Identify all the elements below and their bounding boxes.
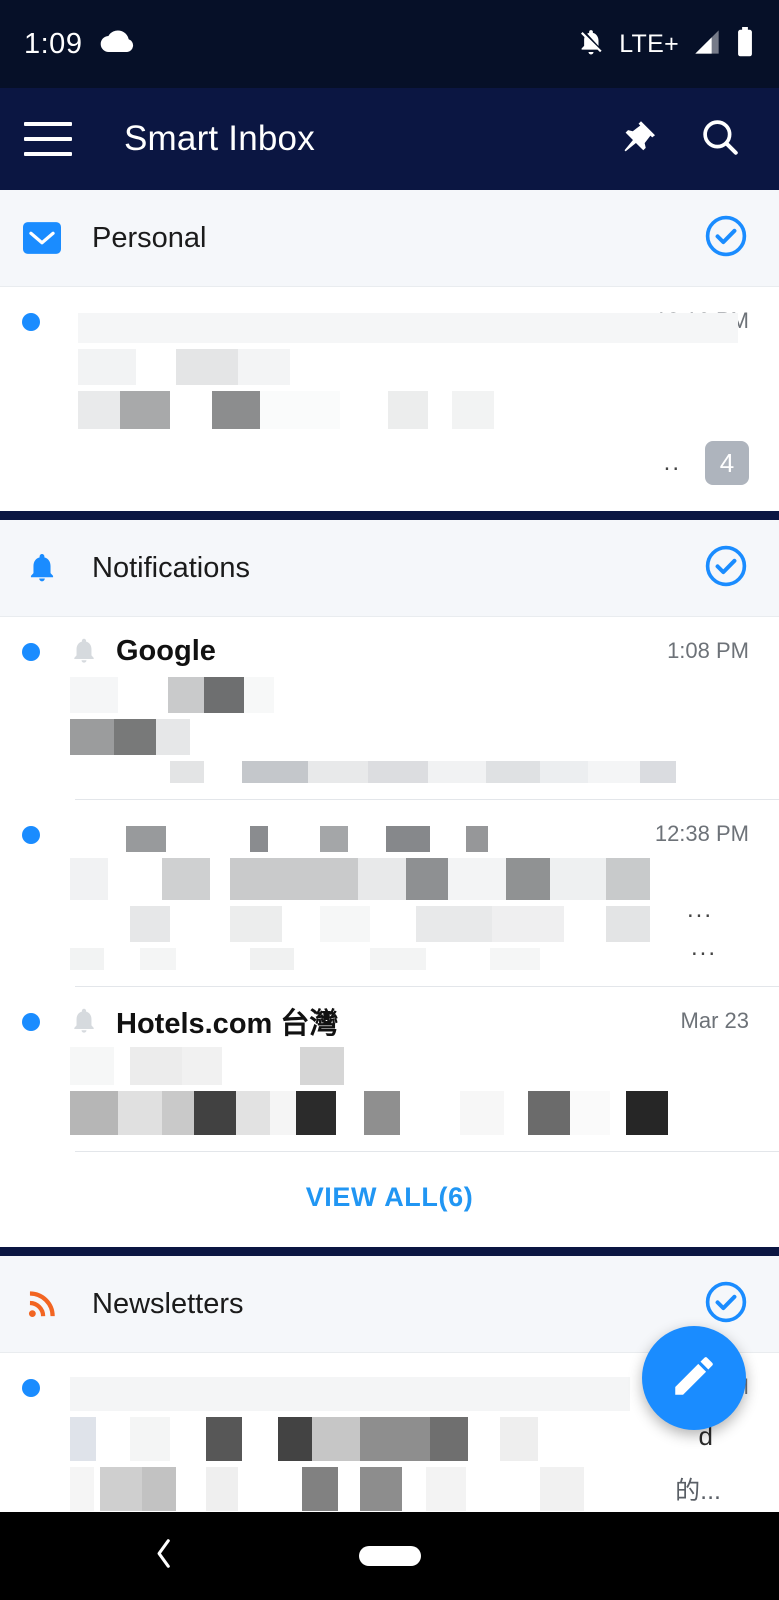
section-header-notifications[interactable]: Notifications (0, 520, 779, 617)
phone-screen: 1:09 LTE+ Smart Inbox Personal .. 4 Noti… (0, 0, 779, 1600)
row-timestamp: Mar 23 (680, 1008, 749, 1033)
status-right-icons: LTE+ (576, 26, 755, 62)
page-title: Smart Inbox (124, 119, 315, 158)
battery-full-icon (735, 26, 755, 62)
check-circle-icon[interactable] (703, 1279, 749, 1330)
redacted-preview (70, 677, 749, 783)
unread-dot (22, 643, 40, 661)
check-circle-icon[interactable] (703, 543, 749, 594)
signal-bars-icon (692, 28, 722, 61)
status-clock: 1:09 (24, 27, 83, 60)
search-icon[interactable] (699, 116, 741, 163)
table-row[interactable]: 12:38 PM ... ... (0, 800, 779, 986)
section-divider (0, 511, 779, 520)
pencil-compose-icon (669, 1351, 719, 1406)
bell-icon (22, 551, 62, 585)
sender-name: Google (116, 634, 216, 667)
back-chevron-icon[interactable] (150, 1537, 178, 1576)
system-nav-bar (0, 1512, 779, 1600)
inbox-list[interactable]: Personal 12:16 PM (0, 190, 779, 1512)
section-header-personal[interactable]: Personal (0, 190, 779, 287)
rss-icon (22, 1287, 62, 1321)
section-notifications: Notifications Google 1:08 PM 12:38 PM ..… (0, 520, 779, 1256)
preview-fragment-2: 的... (675, 1477, 721, 1505)
check-circle-icon[interactable] (703, 213, 749, 264)
table-row[interactable]: Google 1:08 PM (0, 617, 779, 799)
redacted-preview (70, 1047, 749, 1135)
bell-icon (70, 636, 98, 666)
section-title: Newsletters (92, 1287, 244, 1320)
unread-dot (22, 1379, 40, 1397)
section-divider (0, 1247, 779, 1256)
thread-count-badge: 4 (705, 441, 749, 485)
bell-off-icon (576, 27, 606, 62)
section-personal: Personal 12:16 PM (0, 190, 779, 520)
unread-dot (22, 826, 40, 844)
section-title: Personal (92, 221, 207, 254)
app-bar: Smart Inbox (0, 88, 779, 190)
table-row[interactable]: Hotels.com 台灣 Mar 23 (0, 987, 779, 1151)
cloud-icon (100, 29, 134, 59)
redacted-preview (70, 313, 749, 429)
preview-ellipsis: ... (686, 896, 713, 923)
hamburger-menu-icon[interactable] (24, 122, 72, 156)
unread-dot (22, 313, 40, 331)
status-left-icons (100, 29, 134, 59)
app-bar-actions (613, 116, 755, 163)
preview-ellipsis: .. (663, 449, 681, 476)
view-all-button[interactable]: VIEW ALL(6) (0, 1152, 779, 1247)
pin-icon[interactable] (613, 116, 655, 163)
bell-icon (70, 1006, 98, 1036)
sender-name: Hotels.com 台灣 (116, 1008, 339, 1040)
table-row[interactable]: 12:16 PM (0, 287, 779, 511)
row-timestamp: 1:08 PM (667, 638, 749, 663)
status-bar: 1:09 LTE+ (0, 0, 779, 88)
unread-dot (22, 1013, 40, 1031)
network-type-label: LTE+ (619, 29, 679, 58)
compose-fab[interactable] (642, 1326, 746, 1430)
section-title: Notifications (92, 551, 250, 584)
home-pill-icon[interactable] (358, 1546, 421, 1566)
redacted-preview: ... ... (70, 826, 749, 970)
envelope-icon (22, 222, 62, 254)
